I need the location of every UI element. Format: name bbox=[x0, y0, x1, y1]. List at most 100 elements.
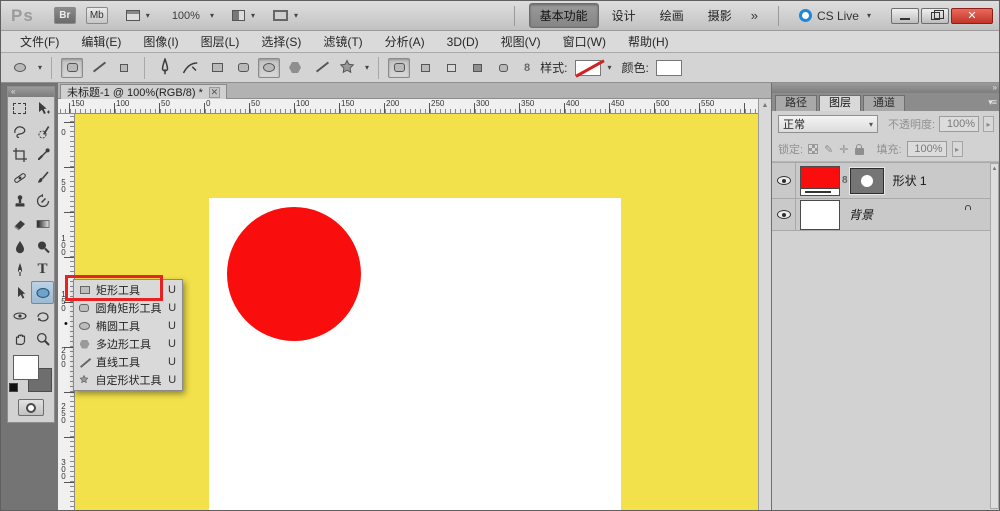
layer-row-background[interactable]: 背景 bbox=[772, 198, 1000, 231]
history-brush-tool[interactable] bbox=[31, 189, 54, 212]
menu-3d[interactable]: 3D(D) bbox=[436, 33, 490, 51]
healing-brush-tool[interactable] bbox=[8, 166, 31, 189]
flyout-polygon-tool[interactable]: 多边形工具 U bbox=[74, 335, 182, 353]
zoom-tool[interactable] bbox=[31, 327, 54, 350]
restore-button[interactable] bbox=[921, 8, 949, 24]
ellipse-tool-button[interactable] bbox=[258, 58, 280, 78]
crop-tool[interactable] bbox=[8, 143, 31, 166]
screen-mode-button[interactable]: ▾ bbox=[273, 10, 298, 21]
intersect-shape-areas-button[interactable] bbox=[466, 58, 488, 78]
shape-layer-thumbnail[interactable] bbox=[800, 166, 840, 196]
line-tool-button[interactable] bbox=[310, 58, 332, 78]
layer-name[interactable]: 形状 1 bbox=[893, 172, 927, 189]
tab-paths[interactable]: 路径 bbox=[775, 95, 817, 111]
add-to-shape-area-button[interactable] bbox=[414, 58, 436, 78]
workspace-painting-button[interactable]: 绘画 bbox=[649, 3, 695, 28]
scroll-up-icon[interactable]: ▲ bbox=[759, 99, 771, 109]
arrange-documents-button[interactable]: ▾ bbox=[232, 10, 255, 21]
minimize-button[interactable] bbox=[891, 8, 919, 24]
menu-window[interactable]: 窗口(W) bbox=[552, 31, 617, 52]
pen-tool-button[interactable] bbox=[154, 58, 176, 78]
vector-mask-thumbnail[interactable] bbox=[850, 168, 884, 194]
eraser-tool[interactable] bbox=[8, 212, 31, 235]
lock-all-icon[interactable] bbox=[855, 148, 864, 155]
opacity-slider-arrow-icon[interactable]: ▸ bbox=[983, 116, 994, 132]
layer-visibility-eye-icon[interactable] bbox=[777, 210, 791, 219]
path-selection-tool[interactable] bbox=[8, 281, 31, 304]
tools-panel-collapse-button[interactable]: « bbox=[8, 87, 54, 97]
custom-shape-tool-button[interactable] bbox=[336, 58, 358, 78]
style-picker-swatch[interactable] bbox=[575, 60, 601, 76]
menu-filter[interactable]: 滤镜(T) bbox=[312, 31, 373, 52]
lock-position-icon[interactable]: ✛ bbox=[839, 143, 848, 156]
menu-view[interactable]: 视图(V) bbox=[490, 31, 552, 52]
eyedropper-tool[interactable] bbox=[31, 143, 54, 166]
fill-slider-arrow-icon[interactable]: ▸ bbox=[952, 141, 963, 157]
ellipse-tool-current[interactable] bbox=[31, 281, 54, 304]
document-tab-close-icon[interactable]: ✕ bbox=[209, 87, 220, 98]
foreground-color-swatch[interactable] bbox=[13, 355, 39, 380]
lock-transparency-icon[interactable] bbox=[808, 144, 818, 154]
fill-value[interactable]: 100% bbox=[907, 141, 947, 157]
rectangular-marquee-tool[interactable] bbox=[8, 97, 31, 120]
tab-channels[interactable]: 通道 bbox=[863, 95, 905, 111]
menu-file[interactable]: 文件(F) bbox=[9, 31, 70, 52]
close-button[interactable]: ✕ bbox=[951, 8, 993, 24]
menu-analysis[interactable]: 分析(A) bbox=[374, 31, 436, 52]
create-new-shape-layer-button[interactable] bbox=[388, 58, 410, 78]
vertical-scrollbar[interactable]: ▲ bbox=[758, 99, 771, 511]
quick-selection-tool[interactable] bbox=[31, 120, 54, 143]
default-colors-icon[interactable] bbox=[9, 383, 18, 392]
opacity-value[interactable]: 100% bbox=[939, 116, 979, 132]
brush-tool[interactable] bbox=[31, 166, 54, 189]
background-layer-thumbnail[interactable] bbox=[800, 200, 840, 230]
workspace-overflow-chevron-icon[interactable]: » bbox=[745, 8, 764, 23]
dodge-tool[interactable] bbox=[31, 235, 54, 258]
menu-image[interactable]: 图像(I) bbox=[132, 31, 189, 52]
gradient-tool[interactable] bbox=[31, 212, 54, 235]
flyout-ellipse-tool[interactable]: 椭圆工具 U bbox=[74, 317, 182, 335]
launch-mini-bridge-button[interactable]: Mb bbox=[86, 7, 108, 24]
freeform-pen-tool-button[interactable] bbox=[180, 58, 202, 78]
blend-mode-select[interactable]: 正常 ▾ bbox=[778, 115, 878, 133]
flyout-custom-shape-tool[interactable]: 自定形状工具 U bbox=[74, 371, 182, 389]
layer-name[interactable]: 背景 bbox=[849, 206, 873, 223]
launch-bridge-button[interactable]: Br bbox=[54, 7, 76, 24]
subtract-from-shape-area-button[interactable] bbox=[440, 58, 462, 78]
shape-layers-mode-button[interactable] bbox=[61, 58, 83, 78]
clone-stamp-tool[interactable] bbox=[8, 189, 31, 212]
menu-layer[interactable]: 图层(L) bbox=[190, 31, 251, 52]
layer-row-shape-1[interactable]: 8 形状 1 bbox=[772, 162, 1000, 198]
flyout-rectangle-tool[interactable]: 矩形工具 U bbox=[74, 281, 182, 299]
zoom-level-button[interactable]: 100% ▾ bbox=[168, 9, 214, 23]
quick-mask-mode-button[interactable] bbox=[18, 399, 44, 416]
rounded-rectangle-tool-button[interactable] bbox=[232, 58, 254, 78]
move-tool[interactable] bbox=[31, 97, 54, 120]
tab-layers[interactable]: 图层 bbox=[819, 95, 861, 111]
panel-menu-icon[interactable]: ▾≡ bbox=[988, 97, 996, 108]
document-tab[interactable]: 未标题-1 @ 100%(RGB/8) * ✕ bbox=[60, 84, 227, 99]
menu-edit[interactable]: 编辑(E) bbox=[70, 31, 132, 52]
menu-select[interactable]: 选择(S) bbox=[250, 31, 312, 52]
3d-object-rotate-tool[interactable] bbox=[8, 304, 31, 327]
exclude-overlapping-shape-areas-button[interactable] bbox=[492, 58, 514, 78]
shape-color-swatch[interactable] bbox=[656, 60, 682, 76]
pen-tool[interactable] bbox=[8, 258, 31, 281]
fill-pixels-mode-button[interactable] bbox=[113, 58, 135, 78]
workspace-design-button[interactable]: 设计 bbox=[601, 3, 647, 28]
cs-live-button[interactable]: CS Live ▾ bbox=[799, 9, 871, 23]
workspace-photography-button[interactable]: 摄影 bbox=[697, 3, 743, 28]
polygon-tool-button[interactable] bbox=[284, 58, 306, 78]
hand-tool[interactable] bbox=[8, 327, 31, 350]
tool-preset-picker[interactable] bbox=[9, 58, 31, 78]
paths-mode-button[interactable] bbox=[87, 58, 109, 78]
blur-tool[interactable] bbox=[8, 235, 31, 258]
panel-collapse-button[interactable]: » bbox=[772, 83, 1000, 93]
view-extras-button[interactable]: ▾ bbox=[126, 10, 150, 21]
layer-visibility-eye-icon[interactable] bbox=[777, 176, 791, 185]
type-tool[interactable]: T bbox=[31, 258, 54, 281]
lasso-tool[interactable] bbox=[8, 120, 31, 143]
rectangle-tool-button[interactable] bbox=[206, 58, 228, 78]
workspace-essentials-button[interactable]: 基本功能 bbox=[529, 3, 599, 28]
menu-help[interactable]: 帮助(H) bbox=[617, 31, 680, 52]
